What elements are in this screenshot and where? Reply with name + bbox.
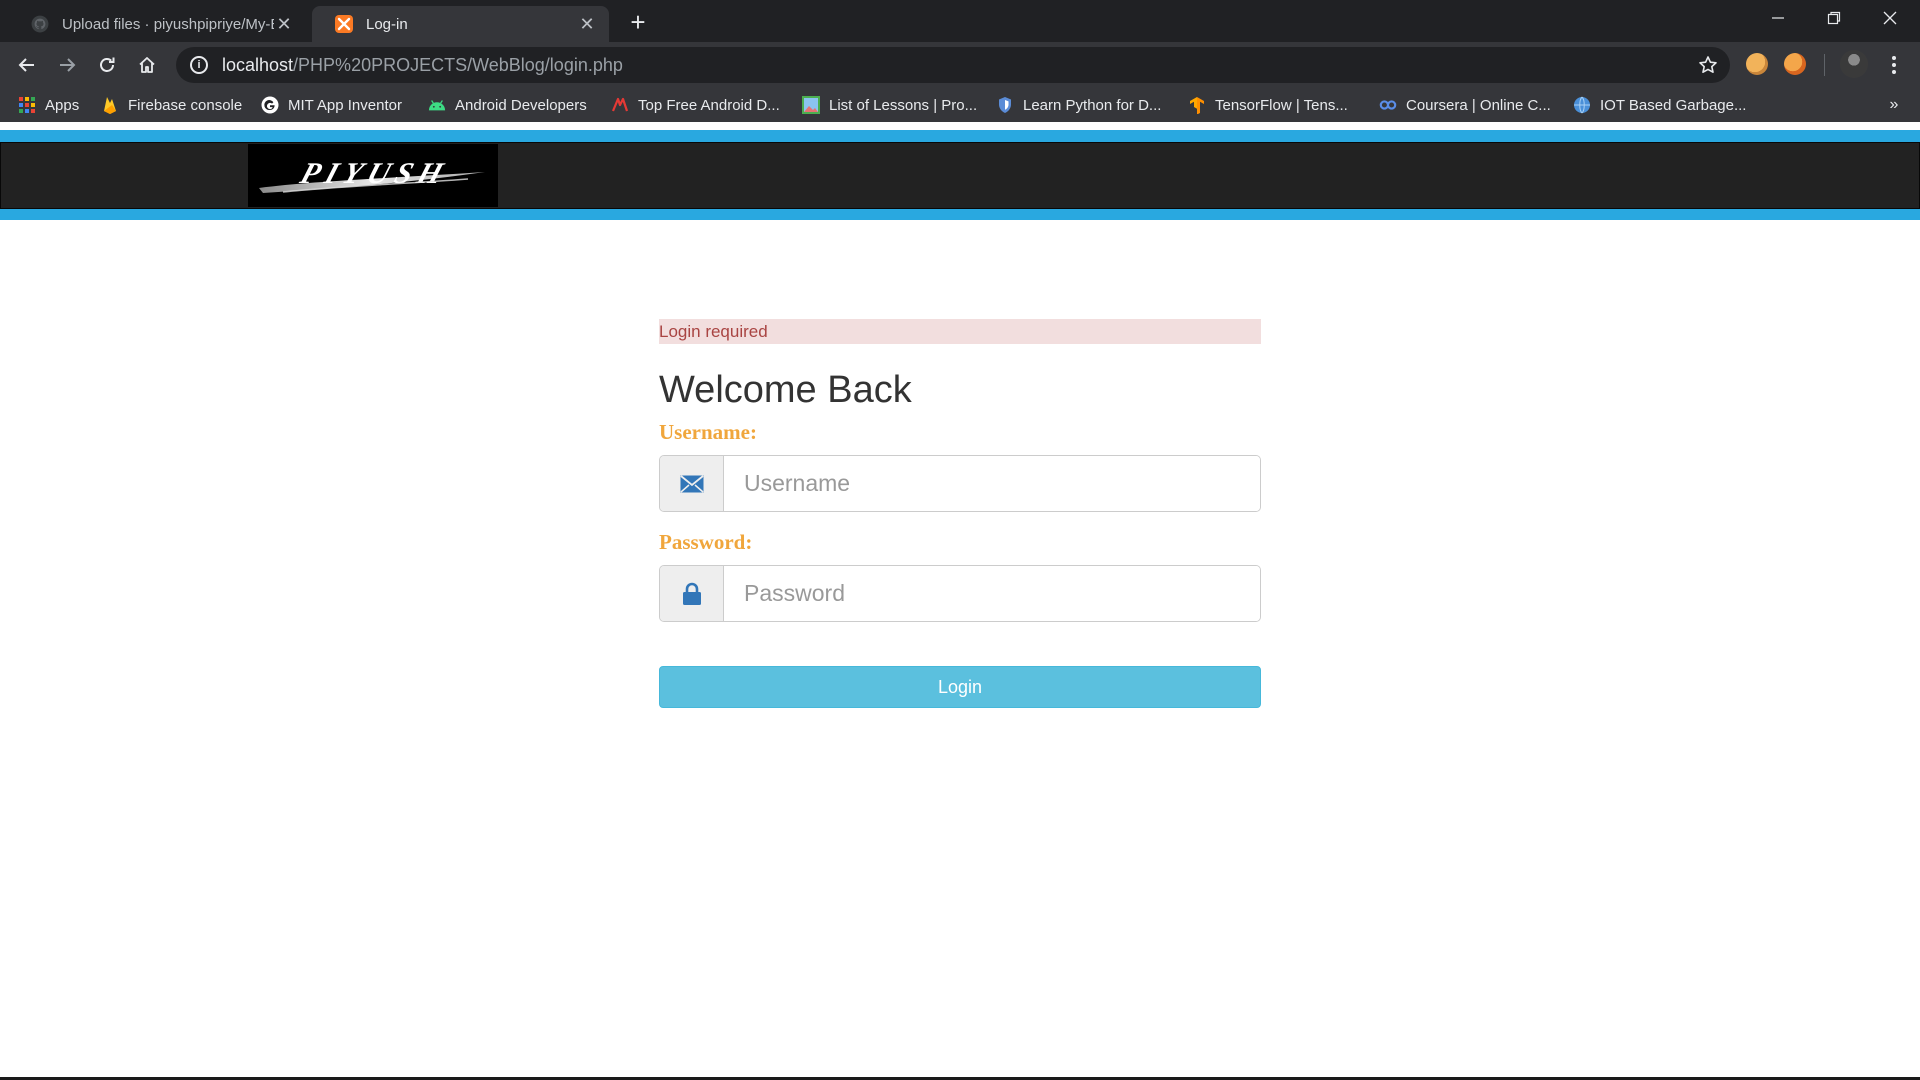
url-path: /PHP%20PROJECTS/WebBlog/login.php bbox=[293, 54, 623, 75]
username-input-group bbox=[659, 455, 1261, 512]
bookmark-coursera[interactable]: Coursera | Online C... bbox=[1379, 88, 1551, 122]
web-page: PIYUSH Login required Welcome Back Usern… bbox=[0, 122, 1920, 1080]
profile-avatar[interactable] bbox=[1840, 50, 1868, 78]
menu-icon[interactable] bbox=[1880, 51, 1908, 79]
bookmark-label: TensorFlow | Tens... bbox=[1215, 96, 1348, 114]
bookmarks-overflow-icon[interactable]: » bbox=[1882, 88, 1906, 122]
site-logo[interactable]: PIYUSH bbox=[248, 144, 498, 207]
tab-log-in[interactable]: Log-in ✕ bbox=[312, 6, 609, 42]
coursera-icon bbox=[1379, 96, 1397, 114]
new-tab-button[interactable]: + bbox=[624, 7, 652, 37]
bookmark-label: Top Free Android D... bbox=[638, 96, 780, 114]
home-icon bbox=[139, 57, 155, 73]
bookmark-star-icon[interactable] bbox=[1696, 53, 1720, 77]
address-bar[interactable]: i localhost/PHP%20PROJECTS/WebBlog/login… bbox=[176, 47, 1730, 83]
cookie-editor-extension-icon[interactable] bbox=[1784, 53, 1806, 75]
bookmark-label: List of Lessons | Pro... bbox=[829, 96, 978, 114]
url-host: localhost bbox=[222, 54, 294, 75]
close-tab-icon[interactable]: ✕ bbox=[274, 14, 294, 34]
bookmark-label: Apps bbox=[45, 96, 80, 114]
bookmark-top-free-android[interactable]: Top Free Android D... bbox=[611, 88, 780, 122]
home-button[interactable] bbox=[133, 51, 161, 79]
minimize-button[interactable] bbox=[1750, 0, 1806, 36]
restore-button[interactable] bbox=[1806, 0, 1862, 36]
browser-tab-strip: Upload files · piyushpipriye/My-Blog ✕ L… bbox=[0, 0, 1920, 42]
github-icon bbox=[30, 14, 50, 34]
google-icon bbox=[261, 96, 279, 114]
page-title: Welcome Back bbox=[659, 369, 912, 411]
reload-button[interactable] bbox=[93, 51, 121, 79]
reload-icon bbox=[100, 57, 115, 72]
cookie-extension-icon[interactable] bbox=[1746, 53, 1768, 75]
bookmark-label: Coursera | Online C... bbox=[1406, 96, 1551, 114]
logo-brush-graphic: PIYUSH bbox=[259, 157, 485, 193]
firebase-icon bbox=[101, 96, 119, 114]
close-icon bbox=[1883, 11, 1897, 25]
browser-toolbar: i localhost/PHP%20PROJECTS/WebBlog/login… bbox=[0, 42, 1920, 88]
shield-icon bbox=[996, 96, 1014, 114]
lessons-icon bbox=[802, 96, 820, 114]
lock-icon bbox=[660, 566, 724, 621]
android-icon bbox=[428, 96, 446, 114]
close-window-button[interactable] bbox=[1862, 0, 1918, 36]
bookmark-mit-app-inventor[interactable]: MIT App Inventor bbox=[261, 88, 402, 122]
header-bottom-stripe bbox=[0, 209, 1920, 220]
tab-title: Upload files · piyushpipriye/My-Blog bbox=[62, 15, 274, 33]
bookmark-label: Firebase console bbox=[128, 96, 243, 114]
restore-icon bbox=[1827, 11, 1841, 25]
android-d-icon bbox=[611, 96, 629, 114]
bookmark-tensorflow[interactable]: TensorFlow | Tens... bbox=[1188, 88, 1348, 122]
arrow-right-icon bbox=[60, 58, 76, 72]
close-tab-icon[interactable]: ✕ bbox=[577, 14, 597, 34]
tab-title: Log-in bbox=[366, 15, 408, 33]
bookmark-iot-based-garbage[interactable]: IOT Based Garbage... bbox=[1573, 88, 1746, 122]
bookmark-apps[interactable]: Apps bbox=[18, 88, 79, 122]
envelope-icon bbox=[660, 456, 724, 511]
password-label: Password: bbox=[659, 530, 753, 554]
tensorflow-icon bbox=[1188, 96, 1206, 114]
bookmark-firebase-console[interactable]: Firebase console bbox=[101, 88, 242, 122]
username-input[interactable] bbox=[724, 456, 1260, 511]
arrow-left-icon bbox=[18, 58, 34, 72]
username-label: Username: bbox=[659, 420, 757, 444]
address-url: localhost/PHP%20PROJECTS/WebBlog/login.p… bbox=[222, 55, 623, 76]
password-input[interactable] bbox=[724, 566, 1260, 621]
xampp-icon bbox=[334, 14, 354, 34]
bookmark-label: Learn Python for D... bbox=[1023, 96, 1162, 114]
bookmarks-bar: Apps Firebase console MIT App Inventor A… bbox=[0, 88, 1920, 122]
minimize-icon bbox=[1772, 17, 1784, 19]
back-button[interactable] bbox=[13, 51, 41, 79]
bookmark-label: Android Developers bbox=[455, 96, 587, 114]
bookmark-learn-python[interactable]: Learn Python for D... bbox=[996, 88, 1161, 122]
toolbar-separator bbox=[1824, 54, 1825, 76]
login-required-alert: Login required bbox=[659, 319, 1261, 344]
bookmark-label: IOT Based Garbage... bbox=[1600, 96, 1747, 114]
bookmark-list-of-lessons[interactable]: List of Lessons | Pro... bbox=[802, 88, 977, 122]
login-form: Login required Welcome Back Username: Pa… bbox=[659, 319, 1261, 708]
tab-upload-files[interactable]: Upload files · piyushpipriye/My-Blog ✕ bbox=[8, 6, 306, 42]
forward-button[interactable] bbox=[53, 51, 81, 79]
bookmark-label: MIT App Inventor bbox=[288, 96, 402, 114]
globe-icon bbox=[1573, 96, 1591, 114]
info-icon[interactable]: i bbox=[190, 56, 208, 74]
header-top-stripe bbox=[0, 130, 1920, 142]
login-button[interactable]: Login bbox=[659, 666, 1261, 708]
apps-grid-icon bbox=[18, 96, 36, 114]
password-input-group bbox=[659, 565, 1261, 622]
bookmark-android-developers[interactable]: Android Developers bbox=[428, 88, 587, 122]
